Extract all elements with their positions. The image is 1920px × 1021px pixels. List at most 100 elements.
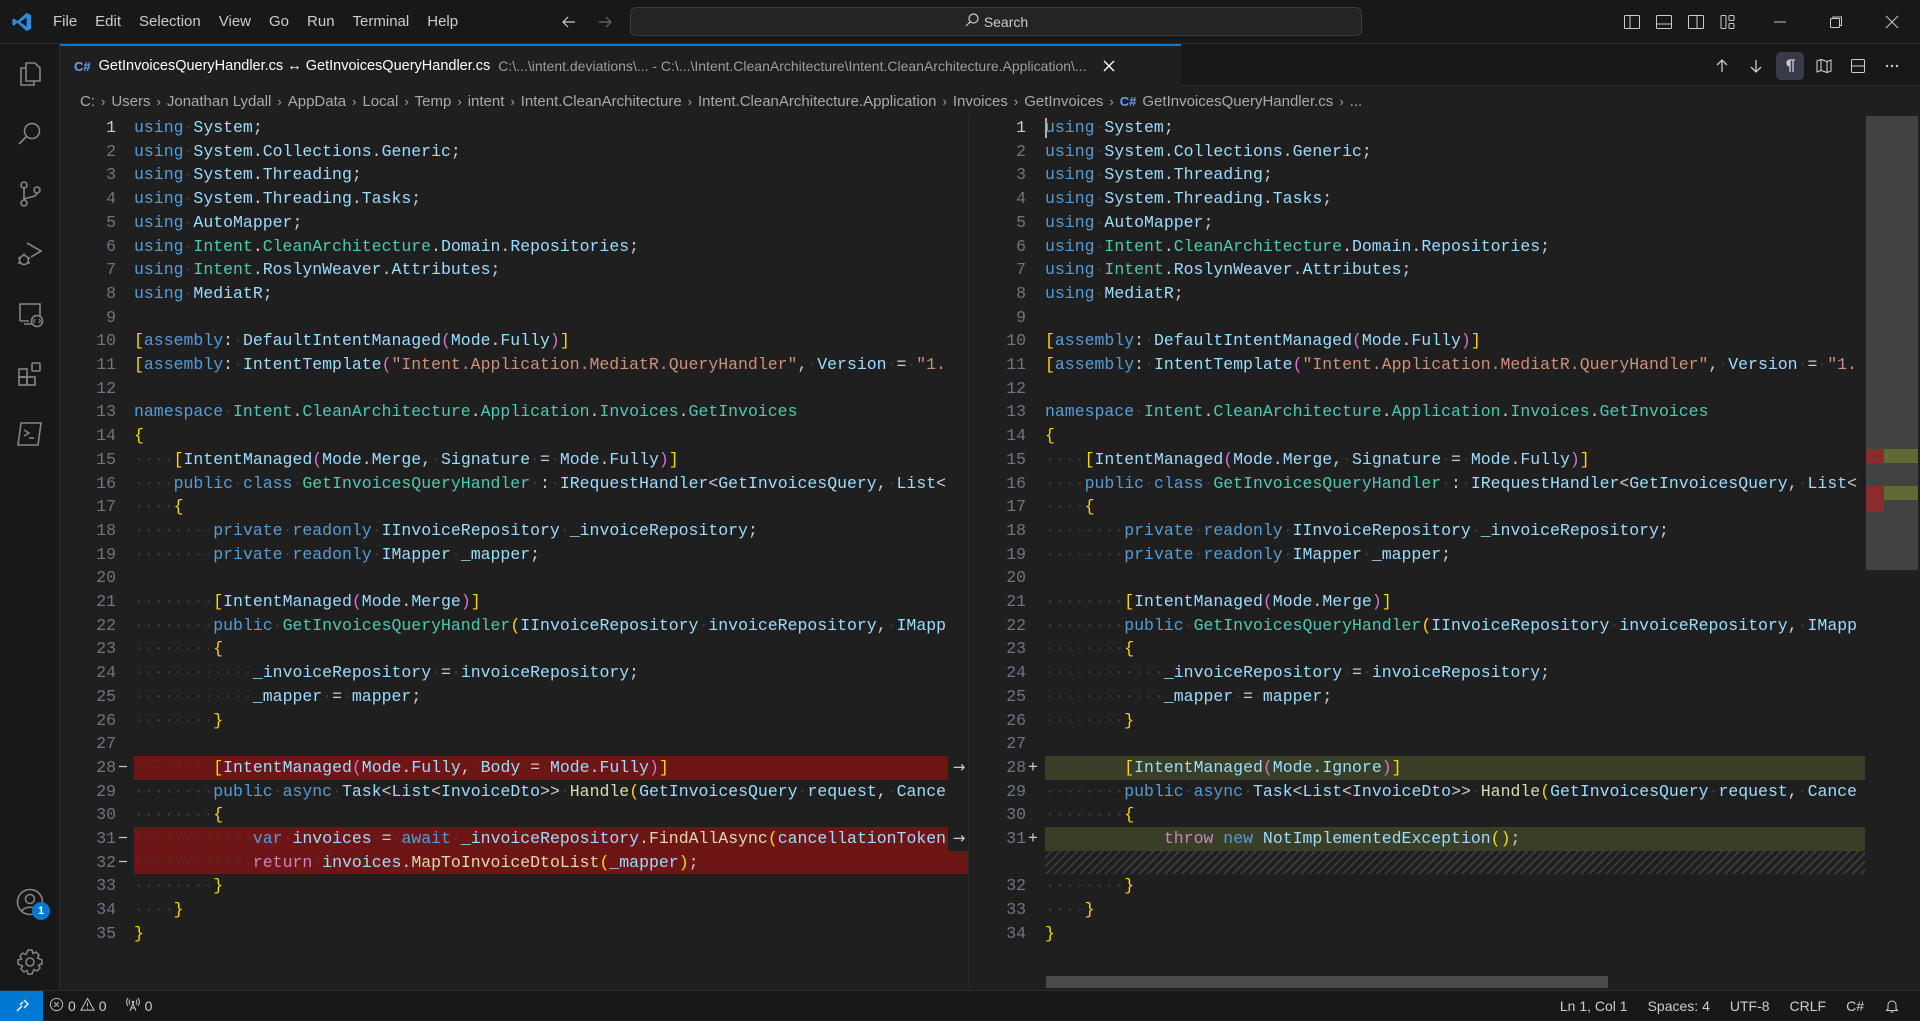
remote-indicator-icon[interactable] <box>0 990 43 1021</box>
code-line[interactable]: 18 ········private·readonly·IInvoiceRepos… <box>970 519 1920 543</box>
code-line[interactable]: 8 using·MediatR; <box>60 282 970 306</box>
breadcrumb-item[interactable]: AppData <box>288 93 346 110</box>
source-control-icon[interactable] <box>0 164 60 224</box>
revert-change-arrow-icon[interactable]: → <box>948 755 970 780</box>
code-line[interactable]: 13 namespace·Intent.CleanArchitecture.App… <box>60 400 970 424</box>
previous-change-icon[interactable] <box>1708 52 1736 80</box>
code-line[interactable]: 1 using·System; <box>60 116 970 140</box>
code-line[interactable]: 11 [assembly:·IntentTemplate("Intent.Appl… <box>60 353 970 377</box>
breadcrumb-item[interactable]: Users <box>111 93 150 110</box>
breadcrumb-item[interactable]: Local <box>362 93 398 110</box>
open-file-map-icon[interactable] <box>1810 52 1838 80</box>
code-line[interactable]: 29 ········public·async·Task<List<Invoice… <box>60 780 970 804</box>
code-line[interactable]: 6 using·Intent.CleanArchitecture.Domain.R… <box>60 235 970 259</box>
code-line[interactable]: 6 using·Intent.CleanArchitecture.Domain.R… <box>970 235 1920 259</box>
language-mode[interactable]: C# <box>1836 991 1874 1021</box>
diff-original-editor[interactable]: 1 using·System; 2 using·System.Collections.… <box>60 114 970 988</box>
run-and-debug-icon[interactable] <box>0 224 60 284</box>
menu-edit[interactable]: Edit <box>86 7 130 37</box>
code-line[interactable]: 14 { <box>60 424 970 448</box>
code-line[interactable]: 7 using·Intent.RoslynWeaver.Attributes; <box>60 258 970 282</box>
tab-close-icon[interactable] <box>1099 56 1119 76</box>
code-line[interactable]: 8 using·MediatR; <box>970 282 1920 306</box>
breadcrumb-item[interactable]: intent <box>468 93 505 110</box>
code-line[interactable]: 10 [assembly:·DefaultIntentManaged(Mode.F… <box>970 329 1920 353</box>
code-line[interactable]: 9 <box>970 306 1920 330</box>
code-line[interactable]: 32− ············return·invoices.MapToInvo… <box>60 850 970 875</box>
code-line[interactable]: 34 ····} <box>60 898 970 922</box>
menu-selection[interactable]: Selection <box>130 7 210 37</box>
code-line[interactable]: 35} <box>60 922 970 946</box>
diff-modified-editor[interactable]: 1 using·System; 2 using·System.Collections.… <box>970 114 1920 988</box>
code-line[interactable]: 9 <box>60 306 970 330</box>
back-arrow-icon[interactable] <box>556 9 582 35</box>
code-line[interactable]: 15 ····[IntentManaged(Mode.Merge,·Signatu… <box>970 448 1920 472</box>
breadcrumb-item[interactable]: ... <box>1350 93 1363 110</box>
more-actions-icon[interactable] <box>1878 52 1906 80</box>
code-line[interactable]: 13 namespace·Intent.CleanArchitecture.App… <box>970 400 1920 424</box>
code-line[interactable]: 24 ············_invoiceRepository·=·invoi… <box>60 661 970 685</box>
code-line[interactable]: 32 ········} <box>970 874 1920 898</box>
code-line[interactable]: 15 ····[IntentManaged(Mode.Merge,·Signatu… <box>60 448 970 472</box>
end-of-line[interactable]: CRLF <box>1780 991 1837 1021</box>
code-line[interactable]: 31− ············var·invoices·=·await·_inv… <box>60 827 970 851</box>
code-line[interactable]: 11 [assembly:·IntentTemplate("Intent.Appl… <box>970 353 1920 377</box>
revert-change-arrow-icon[interactable]: → <box>948 827 970 851</box>
code-line[interactable]: 3 using·System.Threading; <box>60 163 970 187</box>
code-line[interactable]: 30 ········{ <box>970 803 1920 827</box>
code-line[interactable]: 33 ········} <box>60 874 970 898</box>
code-line[interactable]: 10 [assembly:·DefaultIntentManaged(Mode.F… <box>60 329 970 353</box>
menu-run[interactable]: Run <box>298 7 344 37</box>
problems-indicator[interactable]: 0 0 <box>43 991 113 1021</box>
customize-layout-icon[interactable] <box>1716 9 1740 35</box>
breadcrumb-item[interactable]: GetInvoices <box>1024 93 1103 110</box>
breadcrumb-item[interactable]: Temp <box>415 93 452 110</box>
code-line[interactable]: 20 <box>970 566 1920 590</box>
code-line[interactable]: 16 ····public·class·GetInvoicesQueryHandl… <box>970 472 1920 496</box>
breadcrumb-item[interactable]: Jonathan Lydall <box>167 93 272 110</box>
code-line[interactable]: 19 ········private·readonly·IMapper·_mapp… <box>60 543 970 567</box>
encoding[interactable]: UTF-8 <box>1720 991 1780 1021</box>
code-line[interactable]: 5 using·AutoMapper; <box>970 211 1920 235</box>
remote-explorer-icon[interactable] <box>0 284 60 344</box>
code-line[interactable]: 12 <box>60 377 970 401</box>
code-line[interactable]: 23 ········{ <box>970 637 1920 661</box>
code-line[interactable]: 12 <box>970 377 1920 401</box>
terminal-view-icon[interactable] <box>0 404 60 464</box>
minimize-icon[interactable] <box>1752 0 1808 44</box>
code-line[interactable]: 17 ····{ <box>60 495 970 519</box>
code-line[interactable]: 18 ········private·readonly·IInvoiceRepos… <box>60 519 970 543</box>
code-line[interactable]: 21 ········[IntentManaged(Mode.Merge)] <box>970 590 1920 614</box>
diff-filler-line[interactable] <box>970 850 1920 875</box>
accounts-icon[interactable]: 1 <box>0 872 60 932</box>
code-line[interactable]: 33 ····} <box>970 898 1920 922</box>
code-line[interactable]: 28 + ········[IntentManaged(Mode.Ignore)] <box>970 755 1920 780</box>
breadcrumb-item[interactable]: C: <box>80 93 95 110</box>
code-line[interactable]: 20 <box>60 566 970 590</box>
indentation[interactable]: Spaces: 4 <box>1638 991 1720 1021</box>
code-line[interactable]: 4 using·System.Threading.Tasks; <box>970 187 1920 211</box>
code-line[interactable]: 2 using·System.Collections.Generic; <box>970 140 1920 164</box>
toggle-secondary-sidebar-icon[interactable] <box>1684 9 1708 35</box>
code-line[interactable]: 29 ········public·async·Task<List<Invoice… <box>970 780 1920 804</box>
breadcrumb-item[interactable]: Intent.CleanArchitecture <box>521 93 682 110</box>
restore-icon[interactable] <box>1808 0 1864 44</box>
split-editor-icon[interactable] <box>1844 52 1872 80</box>
code-line[interactable]: 7 using·Intent.RoslynWeaver.Attributes; <box>970 258 1920 282</box>
breadcrumb-item[interactable]: GetInvoicesQueryHandler.cs <box>1142 93 1333 110</box>
code-line[interactable]: 27 <box>60 732 970 756</box>
code-line[interactable]: 26 ········} <box>970 709 1920 733</box>
code-line[interactable]: 24 ············_invoiceRepository·=·invoi… <box>970 661 1920 685</box>
code-line[interactable]: 22 ········public·GetInvoicesQueryHandler… <box>60 614 970 638</box>
code-line[interactable]: 17 ····{ <box>970 495 1920 519</box>
menu-view[interactable]: View <box>210 7 260 37</box>
code-line[interactable]: 19 ········private·readonly·IMapper·_mapp… <box>970 543 1920 567</box>
code-line[interactable]: 28− ········[IntentManaged(Mode.Fully,·Bo… <box>60 755 970 780</box>
diff-overview-ruler[interactable] <box>1866 116 1918 570</box>
toggle-panel-icon[interactable] <box>1652 9 1676 35</box>
code-line[interactable]: 2 using·System.Collections.Generic; <box>60 140 970 164</box>
code-line[interactable]: 22 ········public·GetInvoicesQueryHandler… <box>970 614 1920 638</box>
breadcrumb-item[interactable]: Invoices <box>953 93 1008 110</box>
cursor-position[interactable]: Ln 1, Col 1 <box>1550 991 1638 1021</box>
forward-arrow-icon[interactable] <box>592 9 618 35</box>
